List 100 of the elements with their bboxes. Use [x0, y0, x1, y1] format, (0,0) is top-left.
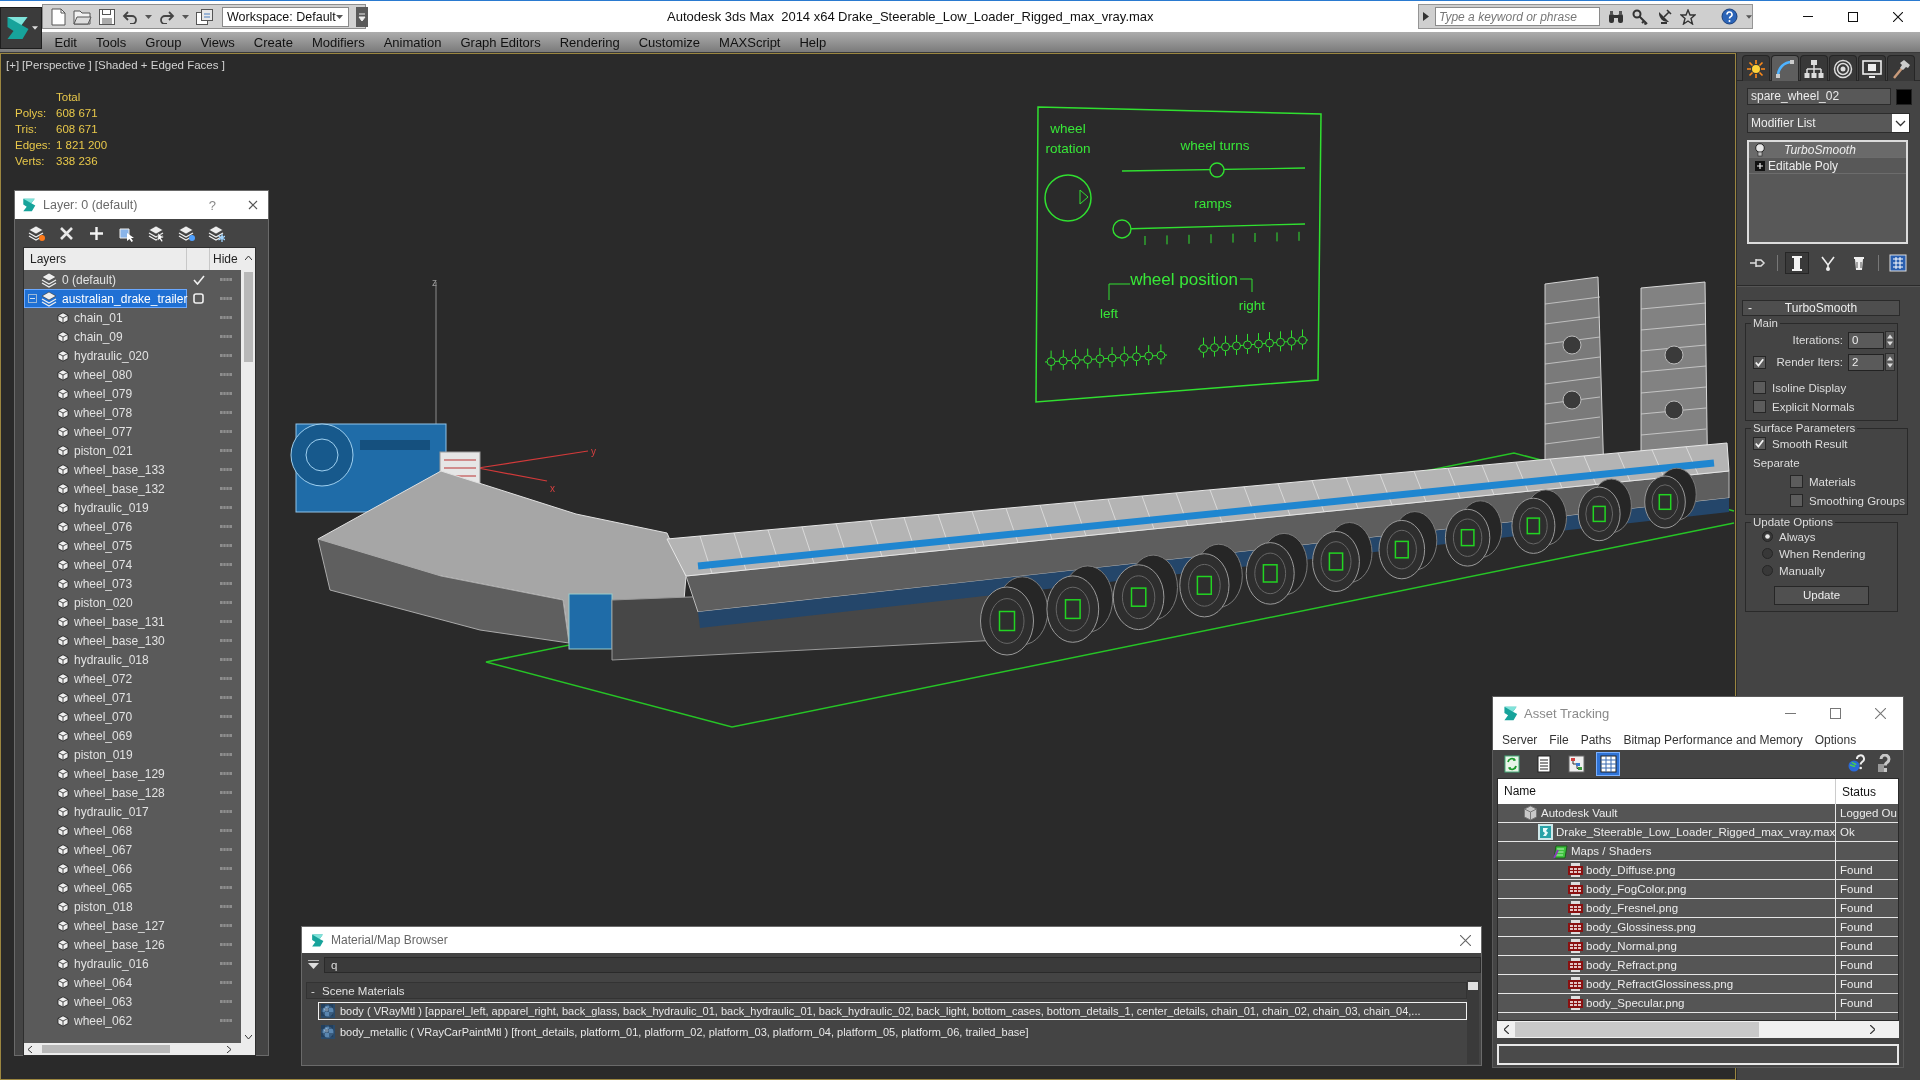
object-item[interactable]: piston_018	[24, 897, 187, 916]
asset-name[interactable]: body_Diffuse.png	[1586, 864, 1676, 876]
scrollbar-thumb[interactable]	[1515, 1022, 1759, 1037]
object-item[interactable]: wheel_base_132	[24, 479, 187, 498]
checkbox[interactable]	[1790, 475, 1803, 488]
project-folder-icon[interactable]	[196, 8, 213, 25]
material-item[interactable]: body ( VRayMtl ) [apparel_left, apparel_right, back_glass, back_hydraulic_01, back_hydraulic_01, back_hydraulic_02, back_light, bottom_cases, bottom_details_1, center_details, chain_01, chain_02, chain_03, chain_04,...	[318, 1002, 1467, 1020]
filter-icon[interactable]	[308, 960, 319, 969]
object-item[interactable]: hydraulic_017	[24, 802, 187, 821]
new-layer-icon[interactable]	[28, 224, 45, 242]
object-item[interactable]: wheel_070	[24, 707, 187, 726]
minimize-icon[interactable]	[1802, 16, 1813, 17]
menu-item[interactable]: Graph Editors	[450, 34, 551, 50]
scroll-left-icon[interactable]	[28, 1045, 32, 1053]
layer-item[interactable]: 0 (default)	[24, 270, 187, 289]
asset-name[interactable]: body_Specular.png	[1586, 997, 1685, 1009]
binoculars-icon[interactable]	[1607, 9, 1624, 24]
object-item[interactable]: wheel_077	[24, 422, 187, 441]
menu-item[interactable]: Server	[1496, 732, 1544, 747]
caret-icon[interactable]	[1746, 14, 1752, 19]
tree-view-icon[interactable]	[1567, 755, 1585, 773]
caret-icon[interactable]	[182, 14, 189, 19]
view-toggle-button[interactable]	[1596, 752, 1620, 776]
radio-button[interactable]	[1762, 531, 1773, 542]
object-item[interactable]: wheel_066	[24, 859, 187, 878]
asset-name[interactable]: body_Refract.png	[1586, 959, 1677, 971]
toolbar-options-icon[interactable]	[355, 6, 368, 27]
update-button[interactable]: Update	[1774, 585, 1869, 605]
column-header[interactable]: Status	[1836, 784, 1877, 799]
application-button[interactable]	[0, 7, 42, 49]
object-item[interactable]: chain_09	[24, 327, 187, 346]
object-item[interactable]: wheel_073	[24, 574, 187, 593]
open-folder-icon[interactable]	[73, 8, 92, 25]
object-item[interactable]: wheel_076	[24, 517, 187, 536]
scroll-down-icon[interactable]	[244, 1035, 252, 1039]
object-item[interactable]: hydraulic_018	[24, 650, 187, 669]
object-item[interactable]: piston_020	[24, 593, 187, 612]
modifier-list-dropdown[interactable]: Modifier List	[1747, 113, 1910, 133]
panel-tab[interactable]	[1858, 55, 1886, 81]
object-item[interactable]: wheel_063	[24, 992, 187, 1011]
fork-icon[interactable]	[1819, 254, 1837, 272]
configure-sets-icon[interactable]	[1889, 254, 1907, 272]
spinner-arrows[interactable]	[1885, 353, 1895, 371]
object-item[interactable]: wheel_074	[24, 555, 187, 574]
column-header[interactable]: Layers	[24, 248, 187, 270]
help-button[interactable]: ?	[208, 197, 216, 213]
menu-item[interactable]: Create	[244, 34, 303, 50]
object-item[interactable]: wheel_071	[24, 688, 187, 707]
column-header[interactable]: Hide	[210, 252, 238, 266]
checkbox[interactable]	[1753, 400, 1766, 413]
spinner-field[interactable]: 0	[1848, 331, 1884, 349]
menu-item[interactable]: Options	[1808, 732, 1863, 747]
object-item[interactable]: hydraulic_020	[24, 346, 187, 365]
object-item[interactable]: wheel_078	[24, 403, 187, 422]
vertical-scrollbar[interactable]	[241, 248, 255, 1043]
object-item[interactable]: piston_021	[24, 441, 187, 460]
undo-icon[interactable]	[122, 9, 138, 24]
menu-item[interactable]: Customize	[629, 34, 710, 50]
menu-item[interactable]: Edit	[45, 34, 87, 50]
panel-tab[interactable]	[1887, 55, 1915, 81]
delete-icon[interactable]	[58, 224, 75, 242]
spinner-arrows[interactable]	[1885, 331, 1895, 349]
layer-cursor-icon[interactable]	[148, 224, 165, 242]
scroll-up-icon[interactable]	[244, 256, 252, 260]
asset-name[interactable]: body_Normal.png	[1586, 940, 1677, 952]
toggle-button[interactable]	[1785, 252, 1809, 274]
add-icon[interactable]	[88, 224, 105, 242]
menu-item[interactable]: Bitmap Performance and Memory	[1617, 732, 1809, 747]
object-item[interactable]: wheel_065	[24, 878, 187, 897]
checkmark-icon[interactable]	[192, 274, 205, 285]
asset-name[interactable]: Drake_Steerable_Low_Loader_Rigged_max_vray.max	[1556, 826, 1836, 838]
checkbox[interactable]	[1753, 381, 1766, 394]
panel-tab[interactable]	[1771, 55, 1799, 81]
close-icon[interactable]	[1892, 11, 1903, 22]
maximize-icon[interactable]	[1847, 11, 1858, 22]
object-item[interactable]: wheel_064	[24, 973, 187, 992]
object-item[interactable]: wheel_075	[24, 536, 187, 555]
list-view-icon[interactable]	[1535, 755, 1553, 773]
viewport-menu-label[interactable]: [+]	[6, 59, 20, 71]
redo-icon[interactable]	[159, 9, 175, 24]
object-item[interactable]: wheel_base_126	[24, 935, 187, 954]
star-icon[interactable]	[1679, 8, 1696, 25]
scrollbar-thumb[interactable]	[243, 272, 253, 362]
vertical-scrollbar[interactable]	[1467, 980, 1479, 1064]
menu-item[interactable]: Tools	[86, 34, 136, 50]
scrollbar-thumb[interactable]	[1468, 982, 1478, 990]
modifier-item[interactable]: Editable Poly	[1749, 158, 1906, 174]
object-item[interactable]: wheel_079	[24, 384, 187, 403]
asset-name[interactable]: body_Glossiness.png	[1586, 921, 1696, 933]
checkbox[interactable]	[1753, 355, 1766, 369]
caret-icon[interactable]	[145, 14, 152, 19]
menu-item[interactable]: Help	[790, 34, 836, 50]
asset-name[interactable]: Maps / Shaders	[1571, 845, 1652, 857]
panel-tab[interactable]	[1800, 55, 1828, 81]
menu-item[interactable]: Views	[190, 34, 245, 50]
layer-snowflake-icon[interactable]	[208, 224, 225, 242]
help-icon[interactable]	[1721, 8, 1738, 25]
object-item[interactable]: wheel_base_133	[24, 460, 187, 479]
save-icon[interactable]	[99, 8, 115, 25]
spinner-field[interactable]: 2	[1848, 353, 1884, 371]
